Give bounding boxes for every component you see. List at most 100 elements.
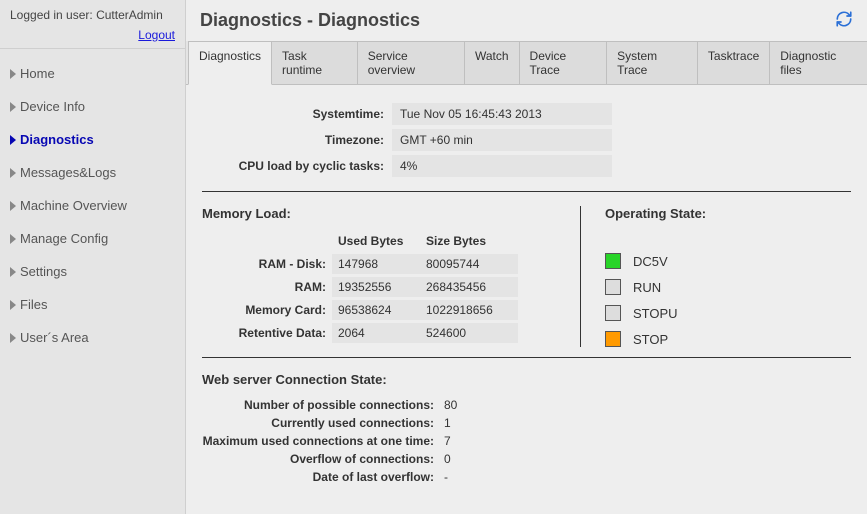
vertical-divider (580, 206, 581, 347)
system-info: Systemtime: Tue Nov 05 16:45:43 2013 Tim… (202, 103, 851, 177)
chevron-right-icon (10, 201, 16, 211)
status-box-icon (605, 253, 621, 269)
nav-item-manage-config[interactable]: Manage Config (0, 222, 185, 255)
systemtime-value: Tue Nov 05 16:45:43 2013 (392, 103, 612, 125)
memory-row-used: 19352556 (332, 277, 420, 297)
chevron-right-icon (10, 267, 16, 277)
sidebar: Logged in user: CutterAdmin Logout Home … (0, 0, 186, 514)
operating-state-item: DC5V (605, 253, 851, 269)
timezone-value: GMT +60 min (392, 129, 612, 151)
operating-state-list: DC5V RUN STOPU STOP (605, 253, 851, 347)
webserver-title: Web server Connection State: (202, 372, 851, 387)
cpuload-label: CPU load by cyclic tasks: (202, 155, 392, 177)
memory-row-used: 96538624 (332, 300, 420, 320)
webserver-row-label: Maximum used connections at one time: (202, 433, 440, 449)
webserver-row-label: Currently used connections: (202, 415, 440, 431)
memory-row-label: RAM - Disk: (202, 254, 332, 274)
memory-row-used: 2064 (332, 323, 420, 343)
chevron-right-icon (10, 102, 16, 112)
cpuload-value: 4% (392, 155, 612, 177)
memory-row-label: RAM: (202, 277, 332, 297)
chevron-right-icon (10, 234, 16, 244)
tab-system-trace[interactable]: System Trace (606, 41, 698, 84)
operating-state-item: RUN (605, 279, 851, 295)
chevron-right-icon (10, 333, 16, 343)
timezone-label: Timezone: (202, 129, 392, 151)
nav-item-messages-logs[interactable]: Messages&Logs (0, 156, 185, 189)
tab-device-trace[interactable]: Device Trace (519, 41, 608, 84)
operating-state-label: STOPU (633, 306, 678, 321)
webserver-section: Web server Connection State: Number of p… (202, 372, 851, 485)
nav-item-label: User´s Area (20, 330, 89, 345)
memory-row-size: 80095744 (420, 254, 518, 274)
webserver-row-value: 1 (440, 415, 480, 431)
nav-item-settings[interactable]: Settings (0, 255, 185, 288)
nav-item-label: Home (20, 66, 55, 81)
memory-row-size: 268435456 (420, 277, 518, 297)
divider (202, 357, 851, 358)
nav-item-home[interactable]: Home (0, 57, 185, 90)
page-title: Diagnostics - Diagnostics (200, 10, 420, 31)
memory-load-section: Memory Load: Used Bytes Size Bytes RAM -… (202, 206, 572, 347)
nav-item-label: Messages&Logs (20, 165, 116, 180)
nav-item-device-info[interactable]: Device Info (0, 90, 185, 123)
tab-service-overview[interactable]: Service overview (357, 41, 465, 84)
webserver-row-label: Date of last overflow: (202, 469, 440, 485)
chevron-right-icon (10, 168, 16, 178)
memory-row-size: 1022918656 (420, 300, 518, 320)
webserver-row-value: - (440, 469, 480, 485)
tab-tasktrace[interactable]: Tasktrace (697, 41, 770, 84)
status-box-icon (605, 279, 621, 295)
webserver-row-label: Overflow of connections: (202, 451, 440, 467)
memory-row-label: Retentive Data: (202, 323, 332, 343)
main-area: Diagnostics - Diagnostics Diagnostics Ta… (186, 0, 867, 514)
tab-bar: Diagnostics Task runtime Service overvie… (186, 41, 867, 85)
logout-link[interactable]: Logout (138, 28, 175, 42)
chevron-right-icon (10, 300, 16, 310)
tab-watch[interactable]: Watch (464, 41, 520, 84)
nav-item-label: Files (20, 297, 47, 312)
memory-row-used: 147968 (332, 254, 420, 274)
chevron-right-icon (10, 69, 16, 79)
operating-state-label: DC5V (633, 254, 668, 269)
status-box-icon (605, 331, 621, 347)
nav-item-label: Manage Config (20, 231, 108, 246)
logged-in-username: CutterAdmin (96, 8, 163, 22)
webserver-row-value: 7 (440, 433, 480, 449)
memory-load-title: Memory Load: (202, 206, 572, 221)
memory-row-size: 524600 (420, 323, 518, 343)
tab-task-runtime[interactable]: Task runtime (271, 41, 358, 84)
webserver-row-value: 80 (440, 397, 480, 413)
user-panel: Logged in user: CutterAdmin Logout (0, 0, 185, 49)
webserver-grid: Number of possible connections: 80 Curre… (202, 397, 851, 485)
operating-state-item: STOP (605, 331, 851, 347)
nav-item-machine-overview[interactable]: Machine Overview (0, 189, 185, 222)
refresh-icon[interactable] (835, 10, 853, 31)
page-header: Diagnostics - Diagnostics (186, 0, 867, 41)
nav-item-label: Settings (20, 264, 67, 279)
tab-diagnostics[interactable]: Diagnostics (188, 41, 272, 85)
nav-item-users-area[interactable]: User´s Area (0, 321, 185, 354)
memory-col-used: Used Bytes (332, 231, 420, 251)
memory-row-label: Memory Card: (202, 300, 332, 320)
divider (202, 191, 851, 192)
nav-item-label: Diagnostics (20, 132, 94, 147)
nav-item-label: Machine Overview (20, 198, 127, 213)
webserver-row-label: Number of possible connections: (202, 397, 440, 413)
nav: Home Device Info Diagnostics Messages&Lo… (0, 49, 185, 354)
operating-state-label: STOP (633, 332, 668, 347)
logged-in-text: Logged in user: CutterAdmin (10, 8, 175, 22)
tab-diagnostic-files[interactable]: Diagnostic files (769, 41, 867, 84)
operating-state-item: STOPU (605, 305, 851, 321)
logged-in-prefix: Logged in user: (10, 8, 96, 22)
webserver-row-value: 0 (440, 451, 480, 467)
operating-state-section: Operating State: DC5V RUN STOPU (601, 206, 851, 347)
memory-table: Used Bytes Size Bytes RAM - Disk: 147968… (202, 231, 572, 343)
memory-col-size: Size Bytes (420, 231, 518, 251)
nav-item-label: Device Info (20, 99, 85, 114)
systemtime-label: Systemtime: (202, 103, 392, 125)
operating-state-label: RUN (633, 280, 661, 295)
nav-item-diagnostics[interactable]: Diagnostics (0, 123, 185, 156)
tab-content: Systemtime: Tue Nov 05 16:45:43 2013 Tim… (186, 85, 867, 495)
nav-item-files[interactable]: Files (0, 288, 185, 321)
